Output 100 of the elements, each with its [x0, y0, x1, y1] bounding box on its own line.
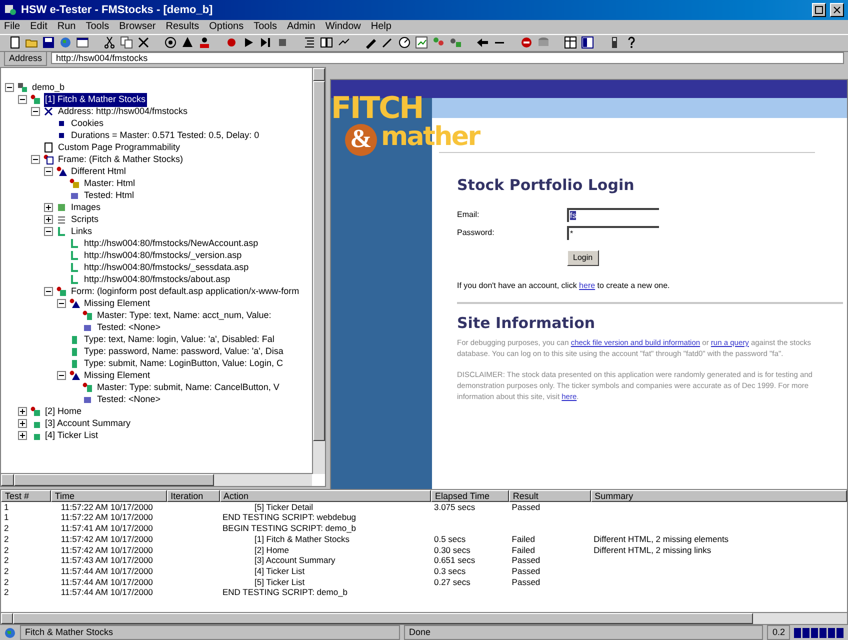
expand-icon[interactable] — [44, 203, 53, 212]
column-header[interactable]: Time — [50, 490, 167, 502]
menu-item[interactable]: Run — [57, 19, 76, 34]
menu-item[interactable]: File — [4, 19, 20, 34]
menu-item[interactable]: Window — [325, 19, 361, 34]
column-header[interactable]: Summary — [590, 490, 847, 502]
collapse-icon[interactable] — [44, 227, 53, 236]
tree-item[interactable]: Form: (loginform post default.asp application/x-www-form — [70, 285, 300, 299]
back-arrow-icon[interactable] — [476, 36, 489, 50]
maximize-button[interactable] — [812, 2, 826, 17]
step-icon[interactable] — [259, 36, 272, 50]
dial-icon[interactable] — [398, 36, 411, 50]
vertical-scrollbar[interactable] — [312, 68, 325, 474]
table-cell-text: [5] Ticker List — [254, 576, 305, 587]
tree-item[interactable]: Master: Html — [83, 177, 136, 191]
close-button[interactable] — [830, 2, 844, 17]
tree-item[interactable]: demo_b — [31, 81, 66, 95]
table-cell-text: [4] Ticker List — [254, 566, 305, 576]
chart-icon[interactable] — [415, 36, 428, 50]
input-field[interactable]: * — [567, 226, 659, 240]
expand-icon[interactable] — [44, 215, 53, 224]
tree-item[interactable]: Scripts — [70, 213, 100, 227]
table-cell: 2 — [4, 587, 9, 598]
play-icon[interactable] — [242, 36, 255, 50]
new-file-icon[interactable] — [8, 36, 21, 50]
window-icon[interactable] — [76, 36, 89, 50]
tree-item[interactable]: Type: password, Name: password, Value: 'a', Disa — [83, 345, 284, 359]
column-header[interactable]: Elapsed Time — [431, 490, 509, 502]
collapse-icon[interactable] — [5, 83, 14, 92]
address-field[interactable]: http://hsw004/fmstocks — [51, 52, 844, 64]
tree-item[interactable]: Frame: (Fitch & Mather Stocks) — [57, 153, 184, 167]
tree-item[interactable]: Tested: Html — [83, 189, 136, 203]
tree-item[interactable]: [2] Home — [44, 405, 83, 419]
horizontal-scrollbar[interactable] — [1, 612, 847, 624]
split-view-icon[interactable] — [564, 36, 577, 50]
layout-icon[interactable] — [581, 36, 594, 50]
menu-item[interactable]: Browser — [119, 19, 156, 34]
column-header[interactable]: Action — [220, 490, 431, 502]
menu-item[interactable]: Tools — [86, 19, 110, 34]
record-icon[interactable] — [225, 36, 238, 50]
compare-icon[interactable] — [320, 36, 333, 50]
tree-view-icon[interactable] — [303, 36, 316, 50]
tree-item[interactable]: Custom Page Programmability — [57, 141, 182, 155]
table-cell-text: [1] Fitch & Mather Stocks — [254, 534, 350, 544]
tree-item[interactable]: [4] Ticker List — [44, 429, 100, 443]
delete-icon[interactable] — [137, 36, 150, 50]
collapse-icon[interactable] — [18, 95, 27, 104]
scissors-icon[interactable] — [103, 36, 116, 50]
table-cell: 1 — [4, 502, 9, 512]
copy-icon[interactable] — [120, 36, 133, 50]
tree-item[interactable]: Type: submit, Name: LoginButton, Value: Login, C — [83, 357, 284, 371]
menu-item[interactable]: Admin — [286, 19, 316, 34]
address-label: Address — [4, 50, 48, 66]
collapse-icon[interactable] — [44, 287, 53, 296]
person-icon[interactable] — [198, 36, 211, 50]
column-header[interactable]: Iteration — [166, 490, 220, 502]
menu-item[interactable]: Options — [209, 19, 244, 34]
collapse-icon[interactable] — [44, 167, 53, 176]
menu-item[interactable]: Edit — [30, 19, 48, 34]
horizontal-scrollbar[interactable] — [1, 472, 312, 486]
collapse-icon[interactable] — [31, 155, 40, 164]
tree-item[interactable]: Different Html — [70, 165, 127, 179]
tree-item[interactable]: Durations = Master: 0.571 Tested: 0.5, Delay: 0 — [70, 129, 260, 143]
expand-icon[interactable] — [18, 419, 27, 428]
tree-item[interactable]: http://hsw004:80/fmstocks/NewAccount.asp — [83, 237, 260, 251]
link[interactable]: here — [579, 281, 596, 290]
collapse-icon[interactable] — [57, 299, 66, 308]
login-button[interactable]: Login — [567, 250, 599, 266]
tree-item[interactable]: Tested: <None> — [96, 393, 162, 407]
target-icon[interactable] — [164, 36, 177, 50]
column-header[interactable]: Result — [508, 490, 591, 502]
signup-text: If you don't have an account, click here to create a new one. — [457, 280, 671, 292]
column-header[interactable]: Test # — [1, 490, 51, 502]
tree-item[interactable]: [3] Account Summary — [44, 417, 132, 431]
tree-item[interactable]: Missing Element — [83, 297, 152, 311]
tree-item[interactable]: Images — [70, 201, 102, 215]
tree-item[interactable]: Master: Type: text, Name: acct_num, Value: — [96, 309, 272, 323]
tree-item[interactable]: Address: http://hsw004/fmstocks — [57, 105, 189, 119]
expand-icon[interactable] — [18, 431, 27, 440]
menu-item[interactable]: Help — [370, 19, 392, 34]
menu-item[interactable]: Results — [166, 19, 200, 34]
section-heading: Site Information — [457, 313, 596, 334]
input-field[interactable]: fs — [567, 208, 659, 222]
tree-item[interactable]: Tested: <None> — [96, 321, 162, 335]
table-cell-text: [5] Ticker Detail — [254, 502, 314, 512]
tree-item[interactable]: http://hsw004:80/fmstocks/_version.asp — [83, 249, 243, 263]
tree-item[interactable]: http://hsw004:80/fmstocks/_sessdata.asp — [83, 261, 250, 275]
save-icon[interactable] — [42, 36, 55, 50]
stop-sign-icon[interactable] — [520, 36, 533, 50]
tree-item[interactable]: Type: text, Name: login, Value: 'a', Disabled: Fal — [83, 333, 276, 347]
tree-item[interactable]: Cookies — [70, 117, 105, 131]
tree-item[interactable]: Missing Element — [83, 369, 152, 383]
menu-item[interactable]: Tools — [254, 19, 277, 34]
collapse-icon[interactable] — [57, 371, 66, 380]
tree-item[interactable]: http://hsw004:80/fmstocks/about.asp — [83, 273, 232, 287]
tree-item[interactable]: [1] Fitch & Mather Stocks — [44, 93, 147, 107]
collapse-icon[interactable] — [31, 107, 40, 116]
tree-item[interactable]: Master: Type: submit, Name: CancelButton, V — [96, 381, 280, 395]
expand-icon[interactable] — [18, 407, 27, 416]
tree-item[interactable]: Links — [70, 225, 94, 239]
